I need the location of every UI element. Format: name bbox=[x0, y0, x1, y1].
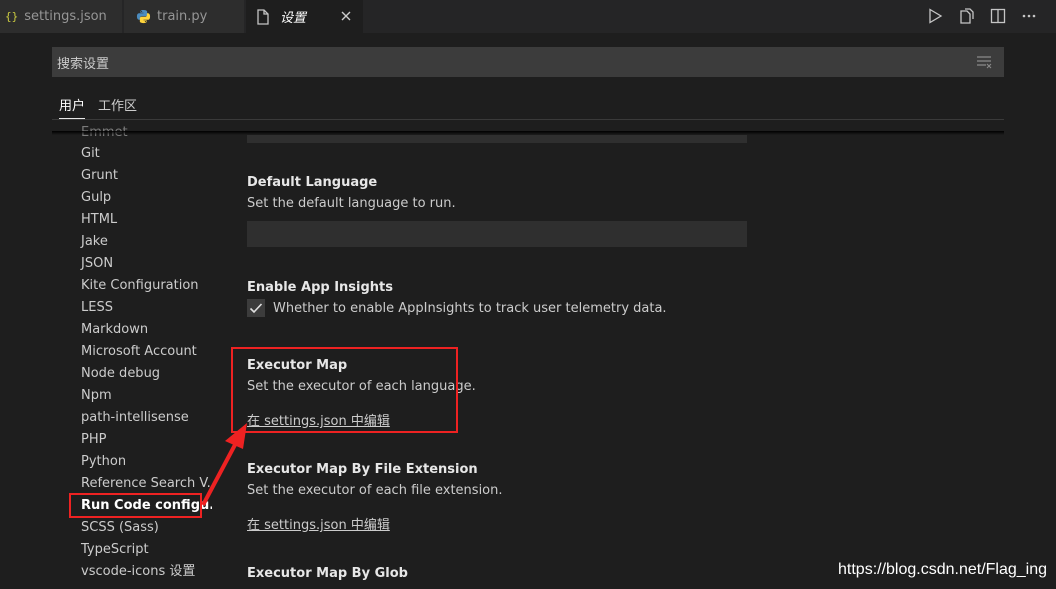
search-placeholder: 搜索设置 bbox=[57, 56, 110, 72]
settings-scope-tabs: 用户 工作区 bbox=[52, 92, 143, 119]
toc-item-git[interactable]: Git bbox=[81, 143, 100, 165]
search-settings-input[interactable]: 搜索设置 bbox=[52, 47, 1004, 77]
toc-item-node-debug[interactable]: Node debug bbox=[81, 363, 160, 385]
json-icon: {} bbox=[5, 10, 19, 23]
divider bbox=[52, 119, 1004, 120]
setting-title-enable-app-insights: Enable App Insights bbox=[247, 280, 394, 295]
watermark: https://blog.csdn.net/Flag_ing bbox=[838, 561, 1048, 578]
settings-file-icon bbox=[256, 8, 270, 25]
toc-item-reference-search[interactable]: Reference Search V... bbox=[81, 473, 212, 495]
tab-label: settings.json bbox=[24, 9, 107, 24]
toc-item-json[interactable]: JSON bbox=[81, 253, 113, 275]
tab-label: train.py bbox=[157, 9, 208, 24]
checkmark-icon bbox=[249, 303, 263, 314]
toc-item-jake[interactable]: Jake bbox=[81, 231, 108, 253]
previous-setting-input[interactable] bbox=[247, 135, 747, 143]
setting-description: Whether to enable AppInsights to track u… bbox=[273, 301, 667, 316]
toc-item-markdown[interactable]: Markdown bbox=[81, 319, 148, 341]
toc-item-typescript[interactable]: TypeScript bbox=[81, 539, 149, 561]
toc-item-path-intellisense[interactable]: path-intellisense bbox=[81, 407, 189, 429]
toc-item-gulp[interactable]: Gulp bbox=[81, 187, 111, 209]
default-language-input[interactable] bbox=[247, 221, 747, 247]
toc-item-php[interactable]: PHP bbox=[81, 429, 106, 451]
tab-workspace[interactable]: 工作区 bbox=[98, 92, 137, 118]
editor-actions bbox=[926, 0, 1056, 33]
close-icon[interactable] bbox=[337, 7, 355, 25]
setting-title-executor-map-by-ext: Executor Map By File Extension bbox=[247, 462, 478, 477]
toc-item-html[interactable]: HTML bbox=[81, 209, 117, 231]
split-editor-icon[interactable] bbox=[989, 7, 1007, 25]
run-icon[interactable] bbox=[926, 7, 944, 25]
more-icon[interactable] bbox=[1020, 7, 1038, 25]
tab-settings-json[interactable]: {} settings.json bbox=[0, 0, 122, 33]
setting-title-default-language: Default Language bbox=[247, 175, 378, 190]
app-insights-checkbox[interactable] bbox=[247, 299, 265, 317]
toc-item-less[interactable]: LESS bbox=[81, 297, 113, 319]
toc-item-microsoft-account[interactable]: Microsoft Account bbox=[81, 341, 197, 363]
open-changes-icon[interactable] bbox=[958, 7, 976, 25]
toc-item-scss[interactable]: SCSS (Sass) bbox=[81, 517, 159, 539]
annotation-arrow bbox=[201, 423, 247, 506]
setting-description: Set the executor of each file extension. bbox=[247, 483, 503, 498]
setting-description: Set the default language to run. bbox=[247, 196, 456, 211]
annotation-highlight-executor-map bbox=[231, 347, 458, 433]
tab-settings[interactable]: 设置 bbox=[246, 0, 363, 33]
annotation-highlight-toc bbox=[69, 493, 202, 518]
toc-item-python[interactable]: Python bbox=[81, 451, 126, 473]
toc-item-grunt[interactable]: Grunt bbox=[81, 165, 118, 187]
python-icon bbox=[136, 9, 151, 24]
clear-filter-icon[interactable] bbox=[976, 55, 992, 69]
toc-item-npm[interactable]: Npm bbox=[81, 385, 112, 407]
tab-train-py[interactable]: train.py bbox=[124, 0, 244, 33]
editor-tab-bar: {} settings.json train.py 设置 bbox=[0, 0, 1056, 33]
toc-item-kite-configuration[interactable]: Kite Configuration bbox=[81, 275, 199, 297]
toc-item-vscode-icons[interactable]: vscode-icons 设置 bbox=[81, 561, 195, 583]
setting-title-executor-map-by-glob: Executor Map By Glob bbox=[247, 566, 408, 581]
tab-label: 设置 bbox=[280, 11, 307, 26]
settings-toc: Emmet Git Grunt Gulp HTML Jake JSON Kite… bbox=[52, 122, 212, 589]
tab-user[interactable]: 用户 bbox=[59, 92, 86, 119]
edit-in-settings-json-link[interactable]: 在 settings.json 中编辑 bbox=[247, 514, 390, 533]
